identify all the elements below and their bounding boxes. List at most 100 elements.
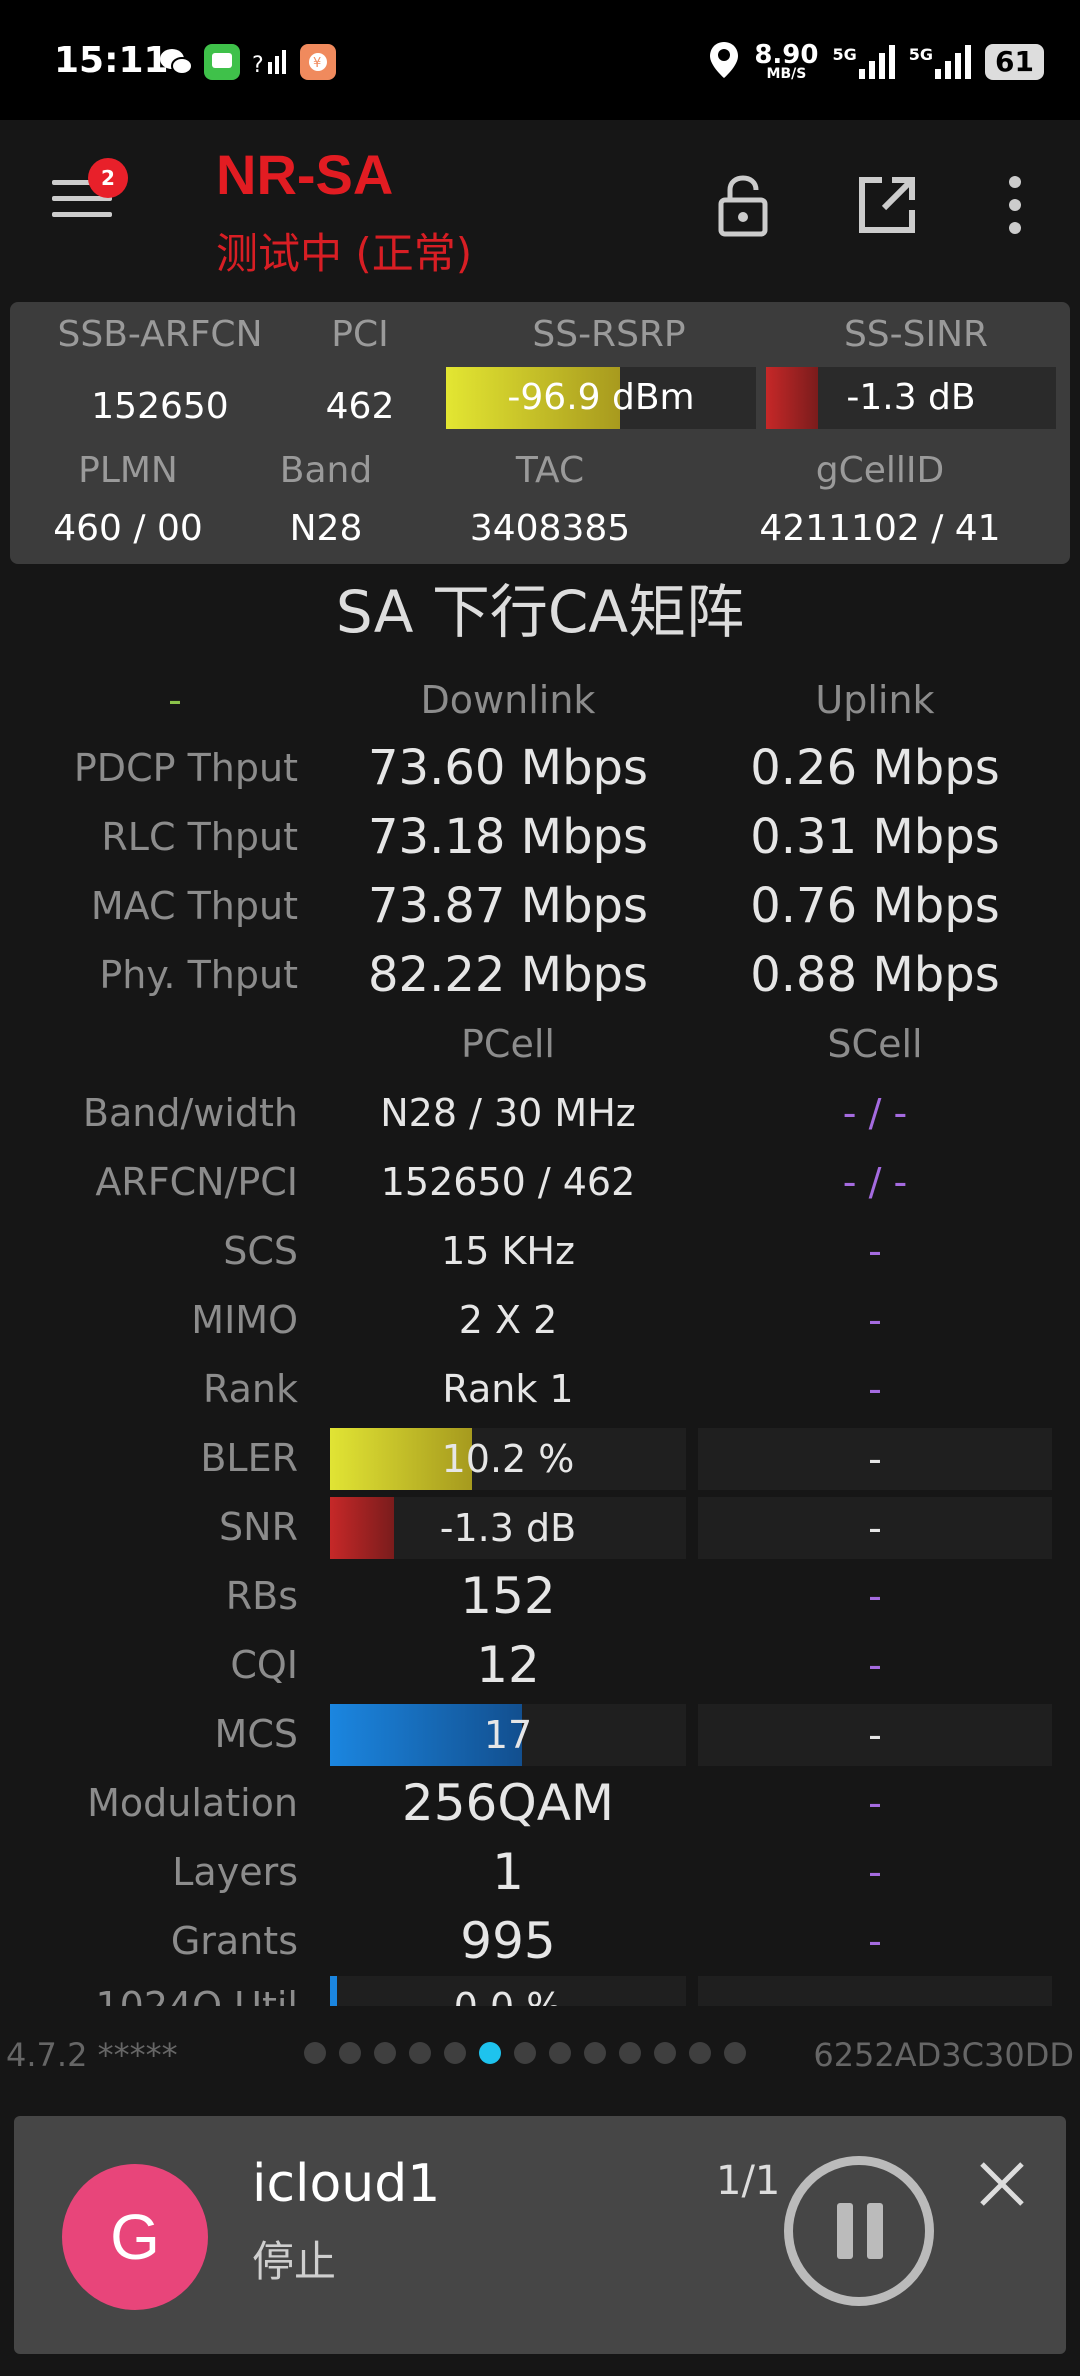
scell-meter: - xyxy=(698,1428,1052,1490)
battery-indicator: 61 xyxy=(985,44,1044,80)
sim2-signal: 5G xyxy=(909,45,972,79)
ca-row-modulation: Modulation 256QAM - xyxy=(0,1769,1080,1837)
pcell-value: 17 xyxy=(483,1713,533,1757)
status-bar: 15:11 ? ¥ 8.90 MB/S 5G 5G 61 xyxy=(0,0,1080,120)
payment-app-icon: ¥ xyxy=(300,44,336,80)
scell-header: SCell xyxy=(827,1022,923,1066)
mcs-meter: 17 xyxy=(330,1704,686,1766)
open-external-icon[interactable] xyxy=(852,170,922,240)
ss-sinr-label: SS-SINR xyxy=(843,314,989,355)
scell-value: - xyxy=(868,1298,882,1342)
network-mode-title: NR-SA xyxy=(216,143,394,206)
scell-value: - / - xyxy=(842,1091,908,1135)
ca-row-grants: Grants 995 - xyxy=(0,1907,1080,1975)
scell-value: - xyxy=(868,1229,882,1273)
row-label: SCS xyxy=(223,1229,298,1273)
pcell-value: 2 X 2 xyxy=(458,1298,558,1342)
pcell-value: -1.3 dB xyxy=(439,1506,577,1550)
ca-row-rbs: RBs 152 - xyxy=(0,1562,1080,1630)
pcell-value: 1 xyxy=(492,1843,524,1901)
notification-title: icloud1 xyxy=(252,2154,441,2214)
ca-row-cqi: CQI 12 - xyxy=(0,1631,1080,1699)
ss-rsrp-value: -96.9 dBm xyxy=(507,377,695,418)
row-label: PDCP Thput xyxy=(73,746,298,790)
downlink-header: Downlink xyxy=(420,678,596,722)
signal-bars-icon xyxy=(935,45,972,79)
scell-value: - xyxy=(868,1506,882,1550)
page-dot[interactable] xyxy=(374,2042,396,2064)
close-icon[interactable] xyxy=(972,2154,1032,2214)
page-dot[interactable] xyxy=(724,2042,746,2064)
ss-rsrp-label: SS-RSRP xyxy=(532,314,686,355)
page-dot[interactable] xyxy=(689,2042,711,2064)
page-dot[interactable] xyxy=(549,2042,571,2064)
pause-icon xyxy=(837,2203,853,2259)
page-indicator[interactable] xyxy=(304,2042,746,2064)
gcellid-value: 4211102 / 41 xyxy=(759,508,1001,549)
notification-count: 1/1 xyxy=(716,2158,781,2204)
gcellid-label: gCellID xyxy=(815,450,945,491)
row-label: ARFCN/PCI xyxy=(95,1160,298,1204)
pcell-value: 12 xyxy=(476,1636,540,1694)
throughput-row: PDCP Thput 73.60 Mbps 0.26 Mbps xyxy=(0,734,1080,802)
pause-button[interactable] xyxy=(784,2156,934,2306)
pcell-value: 995 xyxy=(460,1912,556,1970)
row-label: MAC Thput xyxy=(90,884,298,928)
pcell-value: 0.0 % xyxy=(330,1976,686,2006)
serving-cell-panel: SSB-ARFCN PCI SS-RSRP SS-SINR 152650 462… xyxy=(10,302,1070,564)
uplink-value: 0.26 Mbps xyxy=(750,740,1000,796)
pci-value: 462 xyxy=(325,386,395,427)
ca-row-mimo: MIMO 2 X 2 - xyxy=(0,1286,1080,1354)
page-dot[interactable] xyxy=(584,2042,606,2064)
uplink-value: 0.88 Mbps xyxy=(750,947,1000,1003)
ca-row-layers: Layers 1 - xyxy=(0,1838,1080,1906)
scell-meter: - xyxy=(698,1497,1052,1559)
page-dot[interactable] xyxy=(654,2042,676,2064)
plmn-value: 460 / 00 xyxy=(53,508,203,549)
lock-icon[interactable] xyxy=(708,170,778,240)
row-label: Rank xyxy=(203,1367,298,1411)
throughput-row: RLC Thput 73.18 Mbps 0.31 Mbps xyxy=(0,803,1080,871)
ca-row-snr: SNR -1.3 dB - xyxy=(0,1493,1080,1561)
ss-sinr-meter: -1.3 dB xyxy=(766,367,1056,429)
no-sim-icon: ? xyxy=(252,44,288,80)
scell-value: - xyxy=(868,1643,882,1687)
scell-value: - xyxy=(868,1437,882,1481)
band-label: Band xyxy=(279,450,373,491)
pcell-header: PCell xyxy=(461,1022,555,1066)
avatar: G xyxy=(62,2164,208,2310)
page-dot[interactable] xyxy=(619,2042,641,2064)
row-label: RLC Thput xyxy=(101,815,298,859)
page-dot[interactable] xyxy=(444,2042,466,2064)
throughput-header-row: - Downlink Uplink xyxy=(0,666,1080,734)
svg-text:¥: ¥ xyxy=(313,56,321,71)
uplink-header: Uplink xyxy=(815,678,935,722)
page-dot[interactable] xyxy=(339,2042,361,2064)
page-dot[interactable] xyxy=(409,2042,431,2064)
scell-value: - xyxy=(868,1919,882,1963)
row-label: Phy. Thput xyxy=(99,953,298,997)
ssb-arfcn-value: 152650 xyxy=(91,386,229,427)
page-dot[interactable] xyxy=(304,2042,326,2064)
corner-cell: - xyxy=(168,678,182,722)
media-notification[interactable]: G icloud1 停止 1/1 xyxy=(14,2116,1066,2354)
plmn-label: PLMN xyxy=(78,450,178,491)
ca-row-band-width: Band/width N28 / 30 MHz - / - xyxy=(0,1079,1080,1147)
page-dot[interactable] xyxy=(514,2042,536,2064)
downlink-value: 73.18 Mbps xyxy=(367,809,649,865)
app-version: 4.7.2 ***** xyxy=(6,2036,178,2074)
downlink-value: 73.87 Mbps xyxy=(367,878,649,934)
scell-value: - xyxy=(698,1976,1052,2006)
ssb-arfcn-label: SSB-ARFCN xyxy=(57,314,263,355)
notification-status: 停止 xyxy=(252,2237,337,2286)
page-dot[interactable] xyxy=(479,2042,501,2064)
scell-meter: - xyxy=(698,1704,1052,1766)
pcell-value: 10.2 % xyxy=(441,1437,575,1481)
row-label: CQI xyxy=(230,1643,298,1687)
signal-bars-icon xyxy=(858,45,895,79)
more-options-icon[interactable] xyxy=(980,170,1050,240)
ss-rsrp-meter: -96.9 dBm xyxy=(446,367,756,429)
row-label: 1024Q Util xyxy=(95,1984,298,2006)
ca-row-bler: BLER 10.2 % - xyxy=(0,1424,1080,1492)
notification-badge: 2 xyxy=(88,158,128,198)
